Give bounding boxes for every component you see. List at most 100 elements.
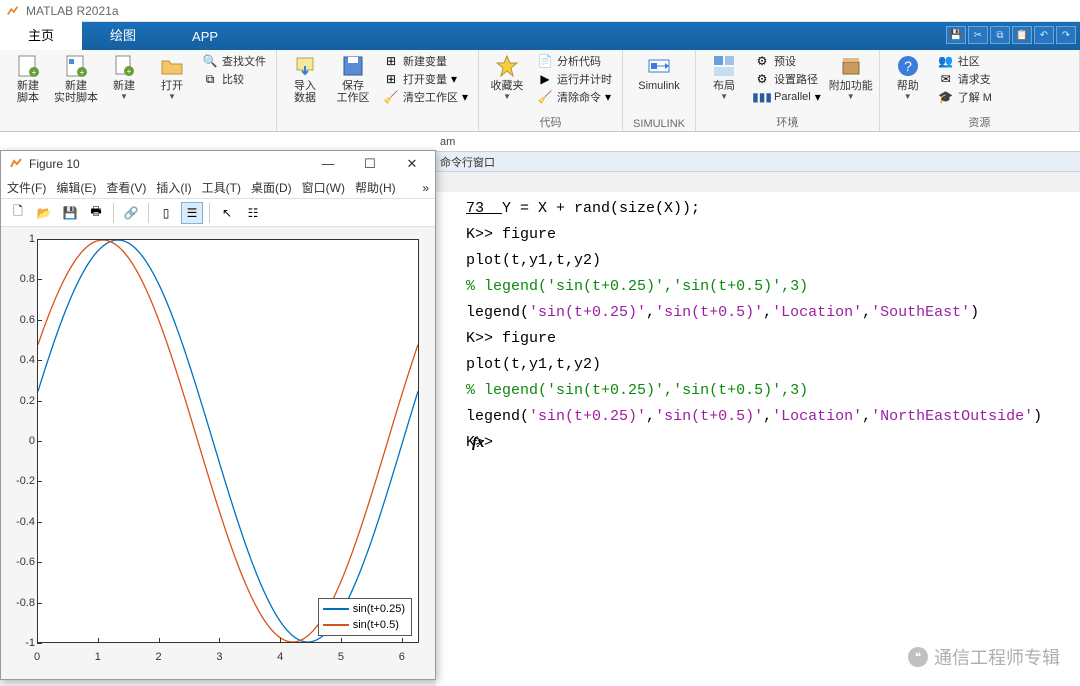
new-button[interactable]: + 新建 ▼ [102,52,146,103]
new-script-button[interactable]: + 新建 脚本 [6,52,50,106]
favorites-icon [495,54,519,78]
save-figure-icon[interactable]: 💾 [59,202,81,224]
tab-plots[interactable]: 绘图 [82,19,164,50]
favorites-button[interactable]: 收藏夹 ▼ [485,52,529,103]
y-tick-label: -0.2 [5,475,35,487]
caret-icon: ▾ [451,72,457,86]
x-tick-label: 6 [399,651,405,663]
menu-desktop[interactable]: 桌面(D) [247,177,296,198]
figure-titlebar[interactable]: Figure 10 — ☐ ✕ [1,151,435,177]
menu-edit[interactable]: 编辑(E) [52,177,100,198]
preferences-button[interactable]: ⚙ 预设 [750,52,825,70]
qat-save-icon[interactable]: 💾 [946,26,966,44]
property-inspector-icon[interactable]: ☷ [242,202,264,224]
import-data-button[interactable]: 导入 数据 [283,52,327,106]
addons-button[interactable]: 附加功能 ▼ [829,52,873,103]
qat-copy-icon[interactable]: ⧉ [990,26,1010,44]
link-icon[interactable]: 🔗 [120,202,142,224]
menu-file[interactable]: 文件(F) [3,177,50,198]
legend-icon[interactable]: ☰ [181,202,203,224]
menu-help[interactable]: 帮助(H) [351,177,400,198]
request-support-button[interactable]: ✉ 请求支 [934,70,996,88]
parallel-button[interactable]: ▮▮▮ Parallel ▾ [750,88,825,106]
menu-more-icon[interactable]: » [418,179,433,197]
qat-cut-icon[interactable]: ✂ [968,26,988,44]
community-button[interactable]: 👥 社区 [934,52,996,70]
caret-icon: ▾ [605,90,611,104]
new-variable-button[interactable]: ⊞ 新建变量 [379,52,472,70]
figure-window: Figure 10 — ☐ ✕ 文件(F) 编辑(E) 查看(V) 插入(I) … [0,150,436,680]
open-variable-button[interactable]: ⊞ 打开变量 ▾ [379,70,472,88]
tab-home[interactable]: 主页 [0,19,82,50]
clear-workspace-icon: 🧹 [383,89,399,105]
section-label-resources: 资源 [880,114,1079,130]
print-icon[interactable]: 🖶 [85,202,107,224]
tab-apps[interactable]: APP [164,23,246,50]
find-files-button[interactable]: 🔍 查找文件 [198,52,270,70]
run-time-icon: ▶ [537,71,553,87]
legend[interactable]: sin(t+0.25) sin(t+0.5) [318,598,412,636]
compare-button[interactable]: ⧉ 比较 [198,70,270,88]
help-icon: ? [896,54,920,78]
figure-toolbar: 🗋 📂 💾 🖶 🔗 ▯ ☰ ↖ ☷ [1,199,435,227]
open-figure-icon[interactable]: 📂 [33,202,55,224]
svg-text:+: + [80,68,85,77]
run-and-time-button[interactable]: ▶ 运行并计时 [533,70,616,88]
path-text: am [440,136,455,148]
y-tick-label: 0.8 [5,273,35,285]
layout-icon [712,54,736,78]
figure-axes-area[interactable]: sin(t+0.25) sin(t+0.5) -1-0.8-0.6-0.4-0.… [1,227,435,679]
help-button[interactable]: ? 帮助 ▼ [886,52,930,103]
open-folder-icon [160,54,184,78]
y-tick-label: 0.2 [5,395,35,407]
colorbar-icon[interactable]: ▯ [155,202,177,224]
menu-tools[interactable]: 工具(T) [198,177,245,198]
caret-icon: ▼ [847,92,855,101]
clear-commands-icon: 🧹 [537,89,553,105]
command-window[interactable]: 73 Y = X + rand(size(X)); K>> figure plo… [436,192,1080,686]
quick-access-toolbar: 💾 ✂ ⧉ 📋 ↶ ↷ [946,26,1076,44]
minimize-button[interactable]: — [313,156,343,172]
save-workspace-icon [341,54,365,78]
save-workspace-button[interactable]: 保存 工作区 [331,52,375,106]
close-button[interactable]: ✕ [397,156,427,172]
legend-line-icon [323,624,349,626]
menu-window[interactable]: 窗口(W) [298,177,349,198]
menu-view[interactable]: 查看(V) [102,177,150,198]
learn-icon: 🎓 [938,89,954,105]
y-tick-label: 1 [5,233,35,245]
layout-button[interactable]: 布局 ▼ [702,52,746,103]
new-live-script-button[interactable]: + 新建 实时脚本 [54,52,98,106]
new-figure-icon[interactable]: 🗋 [7,202,29,224]
edit-plot-icon[interactable]: ↖ [216,202,238,224]
caret-icon: ▾ [815,90,821,104]
menu-insert[interactable]: 插入(I) [152,177,195,198]
matlab-logo-icon [6,4,20,18]
open-variable-icon: ⊞ [383,71,399,87]
open-button[interactable]: 打开 ▼ [150,52,194,103]
legend-entry-1[interactable]: sin(t+0.25) [323,601,405,617]
y-tick-label: 0.6 [5,314,35,326]
fx-icon[interactable]: fx [472,430,485,456]
clear-workspace-button[interactable]: 🧹 清空工作区 ▾ [379,88,472,106]
simulink-button[interactable]: Simulink [629,52,689,94]
qat-paste-icon[interactable]: 📋 [1012,26,1032,44]
analyze-code-button[interactable]: 📄 分析代码 [533,52,616,70]
series-line [38,240,418,642]
caret-icon: ▼ [168,92,176,101]
new-live-script-icon: + [64,54,88,78]
path-bar[interactable]: am [0,132,1080,152]
section-label-env: 环境 [696,114,879,130]
import-icon [293,54,317,78]
clear-commands-button[interactable]: 🧹 清除命令 ▾ [533,88,616,106]
maximize-button[interactable]: ☐ [355,156,385,172]
axes[interactable]: sin(t+0.25) sin(t+0.5) [37,239,419,643]
qat-undo-icon[interactable]: ↶ [1034,26,1054,44]
community-icon: 👥 [938,53,954,69]
legend-entry-2[interactable]: sin(t+0.5) [323,617,405,633]
set-path-button[interactable]: ⚙ 设置路径 [750,70,825,88]
caret-icon: ▼ [904,92,912,101]
learn-matlab-button[interactable]: 🎓 了解 M [934,88,996,106]
qat-redo-icon[interactable]: ↷ [1056,26,1076,44]
caret-icon: ▼ [120,92,128,101]
